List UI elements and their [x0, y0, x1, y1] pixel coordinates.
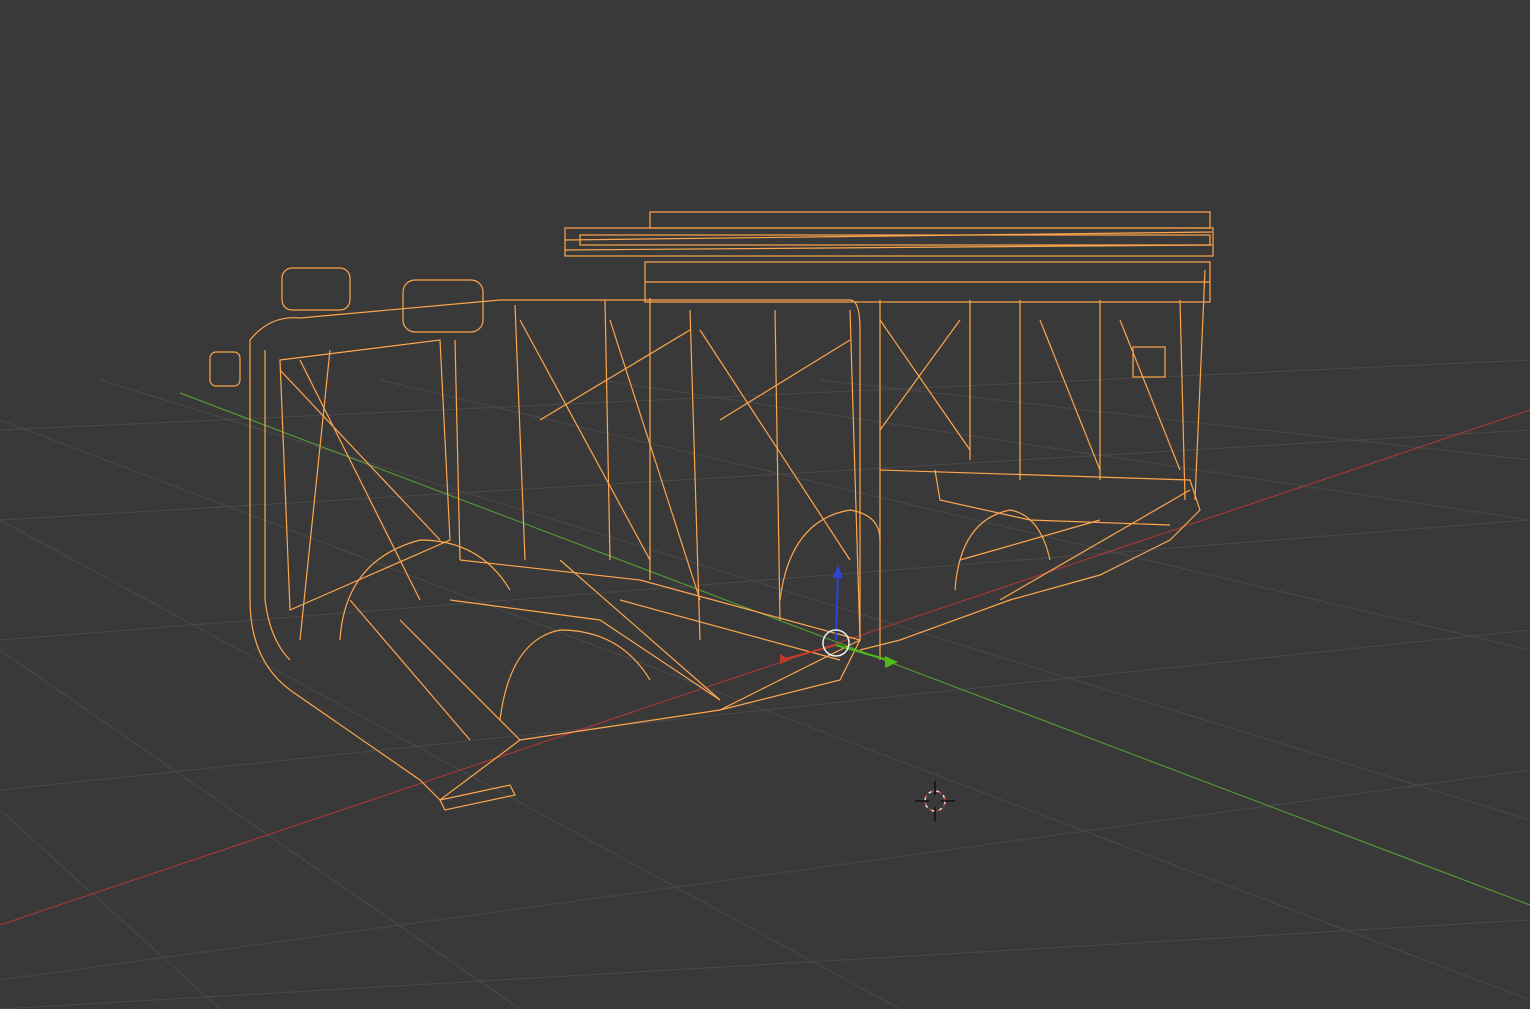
floor-grid [0, 359, 1530, 1009]
truck-wireframe[interactable] [209, 211, 1214, 811]
gizmo-z-arrow[interactable] [833, 564, 843, 578]
viewport-canvas[interactable] [0, 0, 1530, 1009]
gizmo-y-arrow[interactable] [885, 656, 898, 668]
x-axis-line [0, 409, 1530, 926]
3d-cursor-icon[interactable] [915, 781, 955, 821]
3d-viewport[interactable] [0, 0, 1530, 1009]
